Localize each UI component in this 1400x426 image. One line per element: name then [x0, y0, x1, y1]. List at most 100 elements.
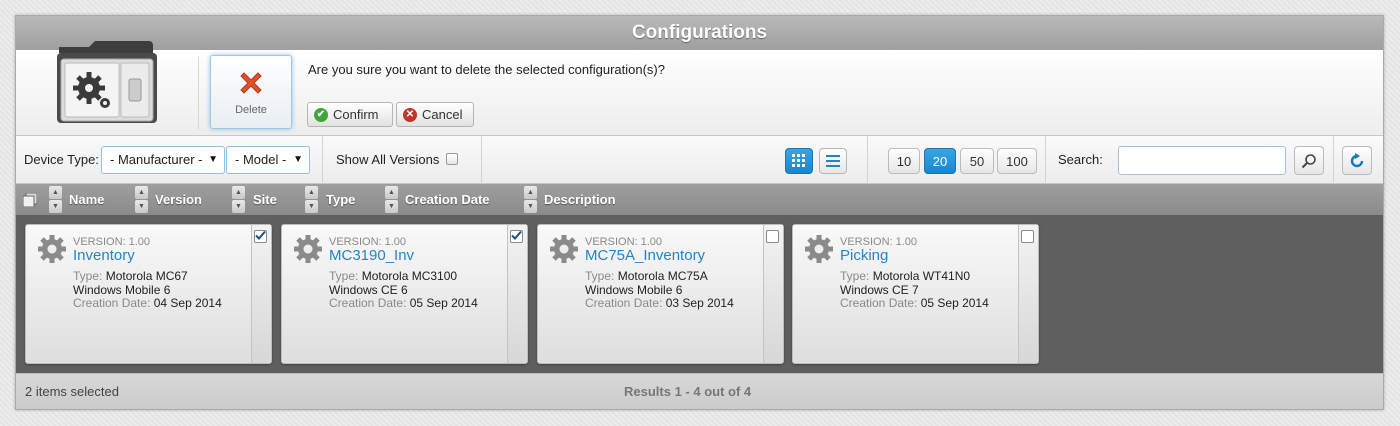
configuration-card[interactable]: VERSION: 1.00 MC75A_Inventory Type: Moto… — [537, 224, 784, 364]
configuration-card[interactable]: VERSION: 1.00 Inventory Type: Motorola M… — [25, 224, 272, 364]
manufacturer-value: - Manufacturer - — [110, 152, 203, 167]
delete-x-icon — [240, 72, 262, 94]
manufacturer-select[interactable]: - Manufacturer - ▼ — [101, 146, 225, 174]
gear-icon — [36, 233, 68, 265]
page-size-20-button[interactable]: 20 — [924, 148, 956, 174]
chevron-down-icon: ▼ — [293, 154, 303, 165]
device-type-label: Device Type: — [24, 152, 99, 167]
delete-label: Delete — [235, 104, 267, 116]
card-os: Windows Mobile 6 — [585, 283, 683, 297]
confirm-button[interactable]: ✔ Confirm — [307, 102, 393, 127]
page-size-50-button[interactable]: 50 — [960, 148, 994, 174]
refresh-button[interactable] — [1342, 146, 1372, 175]
show-all-versions-checkbox[interactable] — [446, 153, 458, 165]
card-type-key: Type: — [329, 269, 359, 283]
confirm-label: Confirm — [333, 107, 379, 122]
card-date-line: Creation Date: 05 Sep 2014 — [840, 296, 989, 310]
gear-icon — [803, 233, 835, 265]
column-name[interactable]: Name — [69, 192, 104, 207]
window-title: Configurations — [16, 16, 1383, 50]
card-os: Windows CE 7 — [840, 283, 919, 297]
search-label: Search: — [1058, 152, 1103, 167]
refresh-icon — [1350, 152, 1364, 167]
grid-view-button[interactable] — [785, 148, 813, 174]
sort-toggle-creation-date[interactable]: ▲ ▼ — [524, 185, 537, 214]
card-type-key: Type: — [585, 269, 615, 283]
show-all-versions-label: Show All Versions — [336, 152, 440, 167]
configurations-window: Configurations Delete Are you sure you w… — [15, 15, 1384, 410]
card-side-strip — [251, 225, 271, 363]
toolbar-divider — [1045, 136, 1046, 184]
card-date-value: 03 Sep 2014 — [665, 296, 734, 310]
toolbar-divider — [1333, 136, 1334, 184]
search-button[interactable] — [1294, 146, 1324, 175]
search-input[interactable] — [1118, 146, 1286, 175]
sort-toggle-type[interactable]: ▲ ▼ — [385, 185, 398, 214]
card-type-line: Type: Motorola WT41N0 — [840, 269, 970, 283]
sort-toggle-version[interactable]: ▲ ▼ — [232, 185, 245, 214]
header-panel: Delete Are you sure you want to delete t… — [16, 41, 1383, 136]
checkmark-icon — [511, 229, 522, 244]
card-date-line: Creation Date: 05 Sep 2014 — [329, 296, 478, 310]
filter-toolbar: Device Type: - Manufacturer - ▼ - Model … — [16, 136, 1383, 184]
selection-count: 2 items selected — [25, 384, 119, 399]
card-checkbox[interactable] — [766, 230, 779, 243]
column-description[interactable]: Description — [544, 192, 616, 207]
sort-toggle-site[interactable]: ▲ ▼ — [305, 185, 318, 214]
card-name-link[interactable]: Picking — [840, 247, 888, 264]
card-date-line: Creation Date: 04 Sep 2014 — [73, 296, 222, 310]
model-value: - Model - — [235, 152, 287, 167]
card-type-value: Motorola MC75A — [617, 269, 708, 283]
card-date-key: Creation Date: — [840, 296, 918, 310]
configuration-folder-icon — [57, 41, 157, 123]
page-size-100-button[interactable]: 100 — [997, 148, 1037, 174]
card-checkbox[interactable] — [254, 230, 267, 243]
checkmark-icon — [255, 229, 266, 244]
gear-icon — [548, 233, 580, 265]
card-type-line: Type: Motorola MC67 — [73, 269, 188, 283]
select-all-icon[interactable] — [23, 193, 37, 207]
card-name-link[interactable]: Inventory — [73, 247, 135, 264]
delete-confirm-message: Are you sure you want to delete the sele… — [308, 62, 665, 77]
column-site[interactable]: Site — [253, 192, 277, 207]
delete-button[interactable]: Delete — [210, 55, 292, 129]
card-os: Windows Mobile 6 — [73, 283, 171, 297]
card-name-link[interactable]: MC3190_Inv — [329, 247, 414, 264]
card-type-line: Type: Motorola MC3100 — [329, 269, 457, 283]
model-select[interactable]: - Model - ▼ — [226, 146, 310, 174]
search-icon — [1301, 153, 1316, 168]
card-os: Windows CE 6 — [329, 283, 408, 297]
header-divider — [198, 56, 199, 130]
column-type[interactable]: Type — [326, 192, 355, 207]
check-icon: ✔ — [314, 107, 328, 122]
card-checkbox[interactable] — [510, 230, 523, 243]
list-view-icon — [826, 155, 840, 167]
card-date-key: Creation Date: — [585, 296, 663, 310]
cancel-button[interactable]: ✕ Cancel — [396, 102, 474, 127]
sort-toggle-select[interactable]: ▲ ▼ — [49, 185, 62, 214]
page-size-10-button[interactable]: 10 — [888, 148, 920, 174]
list-view-button[interactable] — [819, 148, 847, 174]
toolbar-divider — [867, 136, 868, 184]
card-checkbox[interactable] — [1021, 230, 1034, 243]
card-date-value: 05 Sep 2014 — [409, 296, 478, 310]
card-type-key: Type: — [73, 269, 103, 283]
card-side-strip — [763, 225, 783, 363]
card-date-key: Creation Date: — [329, 296, 407, 310]
card-type-value: Motorola WT41N0 — [872, 269, 971, 283]
toolbar-divider — [481, 136, 482, 184]
results-summary: Results 1 - 4 out of 4 — [624, 384, 752, 399]
card-date-value: 05 Sep 2014 — [920, 296, 989, 310]
chevron-down-icon: ▼ — [208, 154, 218, 165]
column-header-bar: ▲ ▼ Name ▲ ▼ Version ▲ ▼ Site ▲ ▼ Type ▲ ▼ Cr… — [16, 184, 1383, 215]
card-name-link[interactable]: MC75A_Inventory — [585, 247, 705, 264]
configuration-grid: VERSION: 1.00 Inventory Type: Motorola M… — [16, 215, 1383, 373]
column-version[interactable]: Version — [155, 192, 202, 207]
card-side-strip — [1018, 225, 1038, 363]
card-side-strip — [507, 225, 527, 363]
sort-toggle-name[interactable]: ▲ ▼ — [135, 185, 148, 214]
configuration-card[interactable]: VERSION: 1.00 Picking Type: Motorola WT4… — [792, 224, 1039, 364]
toolbar-divider — [322, 136, 323, 184]
column-creation-date[interactable]: Creation Date — [405, 192, 490, 207]
configuration-card[interactable]: VERSION: 1.00 MC3190_Inv Type: Motorola … — [281, 224, 528, 364]
